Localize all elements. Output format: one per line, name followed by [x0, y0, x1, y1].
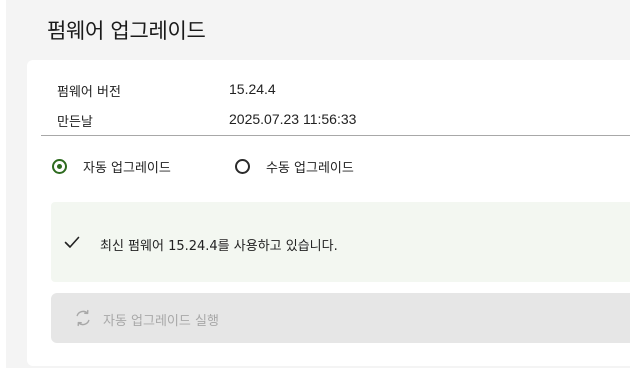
status-message: 최신 펌웨어 15.24.4를 사용하고 있습니다.	[100, 239, 338, 254]
build-date-value: 2025.07.23 11:56:33	[229, 111, 357, 127]
check-icon	[64, 236, 80, 248]
manual-upgrade-radio[interactable]: 수동 업그레이드	[235, 156, 354, 176]
radio-unchecked-icon[interactable]	[235, 158, 250, 174]
divider	[41, 135, 630, 136]
firmware-card: 펌웨어 버전 15.24.4 만든날 2025.07.23 11:56:33 자…	[27, 60, 630, 366]
firmware-version-value: 15.24.4	[229, 81, 276, 97]
firmware-version-label: 펌웨어 버전	[57, 85, 121, 100]
page-title: 펌웨어 업그레이드	[47, 19, 206, 43]
auto-upgrade-radio[interactable]: 자동 업그레이드	[52, 156, 171, 176]
radio-checked-icon[interactable]	[52, 158, 67, 174]
refresh-icon	[76, 309, 90, 327]
left-edge-strip	[0, 0, 6, 368]
build-date-label: 만든날	[57, 115, 93, 130]
status-message-box: 최신 펌웨어 15.24.4를 사용하고 있습니다.	[51, 202, 630, 282]
auto-upgrade-label[interactable]: 자동 업그레이드	[83, 157, 171, 176]
run-auto-upgrade-button[interactable]: 자동 업그레이드 실행	[51, 293, 630, 343]
manual-upgrade-label[interactable]: 수동 업그레이드	[266, 157, 354, 176]
run-auto-upgrade-label: 자동 업그레이드 실행	[103, 314, 219, 329]
